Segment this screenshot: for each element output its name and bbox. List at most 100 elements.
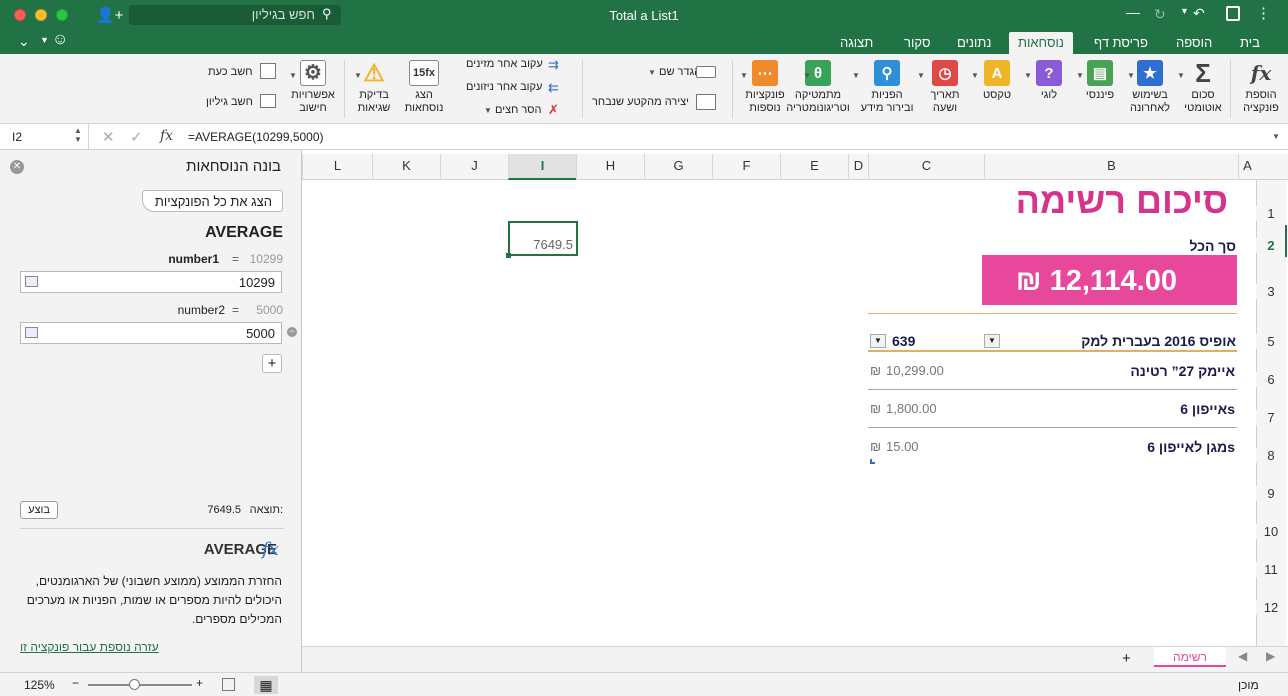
range-select-icon[interactable] bbox=[25, 327, 38, 338]
add-sheet-button[interactable]: + bbox=[1122, 650, 1131, 667]
normal-view-icon[interactable]: ▦ bbox=[254, 676, 278, 694]
row-header-7[interactable]: 7 bbox=[1256, 410, 1286, 425]
table-resize-handle[interactable] bbox=[870, 459, 875, 464]
selected-cell-I2[interactable]: 7649.5 bbox=[508, 221, 578, 256]
insert-function-button[interactable]: fx הוספת פונקציה bbox=[1238, 60, 1284, 115]
tab-review[interactable]: סקור bbox=[895, 32, 940, 54]
formula-input[interactable]: =AVERAGE(10299,5000) bbox=[188, 130, 324, 144]
logical-button[interactable]: ? לוגי bbox=[1026, 60, 1072, 102]
column-header-C[interactable]: C bbox=[868, 154, 984, 180]
tab-formulas[interactable]: נוסחאות bbox=[1009, 32, 1073, 54]
row-header-6[interactable]: 6 bbox=[1256, 372, 1286, 387]
error-checking-button[interactable]: ⚠ בדיקת שגיאות bbox=[350, 60, 398, 115]
ribbon-collapse-icon[interactable]: ⌄ bbox=[18, 33, 30, 50]
calc-options-dropdown-icon[interactable]: ▼ bbox=[289, 71, 297, 80]
undo-dropdown-icon[interactable]: ▼ bbox=[1180, 6, 1189, 16]
tab-home[interactable]: בית bbox=[1231, 32, 1269, 54]
math-trig-button[interactable]: θ מתמטיקה וטריגונומטריה bbox=[786, 60, 850, 115]
row-header-5[interactable]: 5 bbox=[1256, 334, 1286, 349]
define-name-button[interactable]: ▼ הגדר שם bbox=[648, 66, 701, 78]
filter-dropdown-c[interactable]: ▼ bbox=[870, 334, 886, 348]
text-dropdown-icon[interactable]: ▼ bbox=[971, 71, 979, 80]
cancel-entry-icon[interactable]: ✕ bbox=[102, 128, 115, 146]
logical-dropdown-icon[interactable]: ▼ bbox=[1024, 71, 1032, 80]
more-help-link[interactable]: עזרה נוספת עבור פונקציה זו bbox=[20, 640, 159, 654]
zoom-in-icon[interactable]: + bbox=[196, 676, 203, 690]
error-checking-dropdown-icon[interactable]: ▼ bbox=[354, 71, 362, 80]
tab-scroll-left-icon[interactable]: ◀ bbox=[1238, 649, 1247, 663]
tab-data[interactable]: נתונים bbox=[948, 32, 1000, 54]
zoom-slider[interactable] bbox=[88, 684, 192, 686]
trace-dependents-button[interactable]: עקוב אחר ניזונים bbox=[466, 81, 542, 93]
calculation-options-button[interactable]: ⚙ אפשרויות חישוב bbox=[286, 60, 340, 115]
spreadsheet-grid[interactable]: L K J I H G F E D C B A 1 2 3 5 6 7 8 9 … bbox=[302, 150, 1288, 672]
row-header-11[interactable]: 11 bbox=[1256, 562, 1286, 577]
column-header-H[interactable]: H bbox=[576, 154, 644, 180]
row-header-10[interactable]: 10 bbox=[1256, 524, 1286, 539]
tab-scroll-right-icon[interactable]: ▶ bbox=[1266, 649, 1275, 663]
expand-formula-bar-icon[interactable]: ▼ bbox=[1272, 132, 1280, 141]
list-item[interactable]: ₪ 10,299.00 איימק 27” רטינה bbox=[868, 352, 1237, 390]
financial-button[interactable]: ▤ פיננסי bbox=[1076, 60, 1124, 102]
show-all-functions-button[interactable]: הצג את כל הפונקציות bbox=[141, 190, 283, 212]
calculate-now-button[interactable]: חשב כעת bbox=[208, 66, 252, 78]
column-header-D[interactable]: D bbox=[848, 154, 868, 180]
lookup-button[interactable]: ⚲ הפניות ובירור מידע bbox=[856, 60, 918, 115]
create-from-selection-button[interactable]: יצירה מהקטע שנבחר bbox=[592, 96, 689, 108]
datetime-dropdown-icon[interactable]: ▼ bbox=[917, 71, 925, 80]
row-header-1[interactable]: 1 bbox=[1256, 206, 1286, 221]
list-item[interactable]: ₪ 1,800.00 אייפון 6s bbox=[868, 390, 1237, 428]
column-header-I[interactable]: I bbox=[508, 154, 576, 180]
save-icon[interactable] bbox=[1226, 6, 1240, 21]
close-pane-icon[interactable]: ✕ bbox=[10, 160, 24, 174]
recent-dropdown-icon[interactable]: ▼ bbox=[1127, 71, 1135, 80]
remove-argument-icon[interactable]: − bbox=[287, 327, 297, 337]
more-dropdown-icon[interactable]: ▼ bbox=[740, 71, 748, 80]
confirm-entry-icon[interactable]: ✓ bbox=[130, 128, 143, 146]
fx-formula-icon[interactable]: fx bbox=[160, 128, 173, 144]
more-functions-button[interactable]: ⋯ פונקציות נוספות bbox=[740, 60, 790, 115]
sheet-tab[interactable]: רשימה bbox=[1154, 647, 1226, 667]
row-header-2[interactable]: 2 bbox=[1256, 238, 1286, 253]
arg2-input[interactable]: 5000 bbox=[20, 322, 282, 344]
column-header-F[interactable]: F bbox=[712, 154, 780, 180]
zoom-out-icon[interactable]: − bbox=[72, 676, 79, 690]
range-select-icon[interactable] bbox=[25, 276, 38, 287]
row-header-8[interactable]: 8 bbox=[1256, 448, 1286, 463]
row-header-9[interactable]: 9 bbox=[1256, 486, 1286, 501]
autosum-button[interactable]: Σ סכום אוטומטי bbox=[1180, 60, 1226, 115]
column-header-G[interactable]: G bbox=[644, 154, 712, 180]
financial-dropdown-icon[interactable]: ▼ bbox=[1076, 71, 1084, 80]
calculate-sheet-button[interactable]: חשב גיליון bbox=[206, 96, 253, 108]
column-header-E[interactable]: E bbox=[780, 154, 848, 180]
column-header-J[interactable]: J bbox=[440, 154, 508, 180]
column-header-A[interactable]: A bbox=[1238, 154, 1256, 180]
page-layout-view-icon[interactable] bbox=[222, 678, 235, 691]
name-box-stepper-icon[interactable]: ▲ ▼ bbox=[74, 126, 82, 144]
done-button[interactable]: בוצע bbox=[20, 501, 58, 519]
recently-used-button[interactable]: ★ בשימוש לאחרונה bbox=[1124, 60, 1176, 115]
tab-page-layout[interactable]: פריסת דף bbox=[1085, 32, 1157, 54]
feedback-smiley-icon[interactable]: ☺ bbox=[52, 31, 68, 49]
lookup-dropdown-icon[interactable]: ▼ bbox=[852, 71, 860, 80]
row-header-3[interactable]: 3 bbox=[1256, 284, 1286, 299]
list-item[interactable]: ₪ 15.00 מגן לאייפון 6s bbox=[868, 428, 1237, 466]
arg1-input[interactable]: 10299 bbox=[20, 271, 282, 293]
add-argument-button[interactable]: + bbox=[262, 354, 282, 373]
tab-insert[interactable]: הוספה bbox=[1167, 32, 1221, 54]
quick-access-menu-icon[interactable]: ⋮ bbox=[1256, 4, 1271, 22]
column-header-L[interactable]: L bbox=[302, 154, 372, 180]
ribbon-options-dropdown-icon[interactable]: ▼ bbox=[40, 35, 49, 45]
column-header-K[interactable]: K bbox=[372, 154, 440, 180]
math-dropdown-icon[interactable]: ▼ bbox=[803, 71, 811, 80]
trace-precedents-button[interactable]: עקוב אחר מזינים bbox=[466, 58, 543, 70]
autosum-dropdown-icon[interactable]: ▼ bbox=[1177, 71, 1185, 80]
redo-icon[interactable]: ↻ bbox=[1154, 6, 1166, 23]
tab-view[interactable]: תצוגה bbox=[831, 32, 882, 54]
filter-dropdown-b[interactable]: ▼ bbox=[984, 334, 1000, 348]
column-header-B[interactable]: B bbox=[984, 154, 1238, 180]
remove-arrows-button[interactable]: ▼ הסר חצים bbox=[484, 104, 541, 116]
minimize-ribbon-icon[interactable]: — bbox=[1126, 4, 1140, 20]
fill-handle[interactable] bbox=[506, 253, 511, 258]
show-formulas-button[interactable]: 15fx הצג נוסחאות bbox=[400, 60, 448, 115]
